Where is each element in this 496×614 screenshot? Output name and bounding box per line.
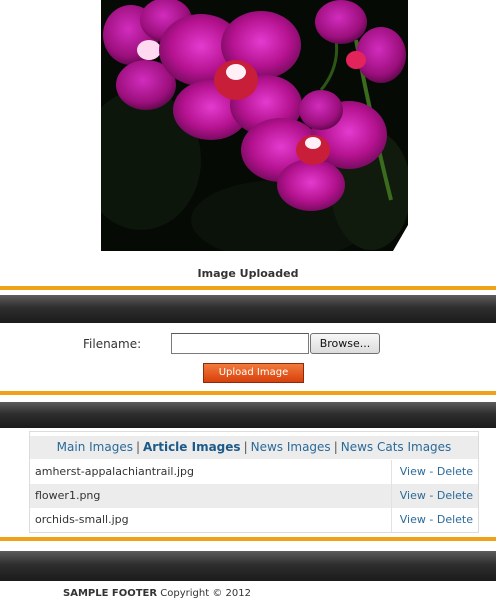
view-link[interactable]: View [400, 489, 426, 502]
section-header-bar [0, 295, 496, 323]
delete-link[interactable]: Delete [437, 513, 473, 526]
tab-news-cats-images[interactable]: News Cats Images [341, 440, 452, 454]
file-name: orchids-small.jpg [35, 513, 129, 526]
upload-status-caption: Image Uploaded [197, 267, 299, 280]
footer: SAMPLE FOOTER Copyright © 2012 [63, 588, 251, 599]
action-separator: - [429, 489, 434, 502]
file-row: orchids-small.jpg View - Delete [30, 508, 478, 532]
upload-image-button[interactable]: Upload Image [203, 363, 304, 383]
footer-copyright: Copyright © 2012 [160, 588, 251, 599]
image-category-tabs: Main Images | Article Images | News Images | N… [30, 436, 478, 459]
filename-label: Filename: [83, 337, 142, 351]
file-actions: View - Delete [391, 484, 478, 508]
section-divider [0, 391, 496, 395]
action-separator: - [429, 513, 434, 526]
file-actions: View - Delete [391, 460, 478, 484]
file-name: amherst-appalachiantrail.jpg [35, 465, 194, 478]
delete-link[interactable]: Delete [437, 465, 473, 478]
tab-main-images[interactable]: Main Images [57, 440, 133, 454]
tab-article-images[interactable]: Article Images [143, 440, 241, 454]
filename-field[interactable] [171, 333, 309, 354]
image-list-panel: Main Images | Article Images | News Images | N… [29, 431, 479, 533]
tab-separator: | [333, 440, 338, 454]
tab-separator: | [135, 440, 141, 454]
browse-button[interactable]: Browse... [310, 333, 380, 354]
uploaded-image [101, 0, 408, 251]
action-separator: - [429, 465, 434, 478]
tab-news-images[interactable]: News Images [251, 440, 331, 454]
tab-separator: | [243, 440, 248, 454]
file-name: flower1.png [35, 489, 101, 502]
section-divider [0, 286, 496, 290]
view-link[interactable]: View [400, 513, 426, 526]
delete-link[interactable]: Delete [437, 489, 473, 502]
footer-brand: SAMPLE FOOTER [63, 588, 158, 599]
section-header-bar [0, 402, 496, 428]
view-link[interactable]: View [400, 465, 426, 478]
file-row: amherst-appalachiantrail.jpg View - Dele… [30, 460, 478, 484]
section-divider [0, 537, 496, 541]
file-actions: View - Delete [391, 508, 478, 532]
file-row: flower1.png View - Delete [30, 484, 478, 508]
footer-bar [0, 551, 496, 581]
